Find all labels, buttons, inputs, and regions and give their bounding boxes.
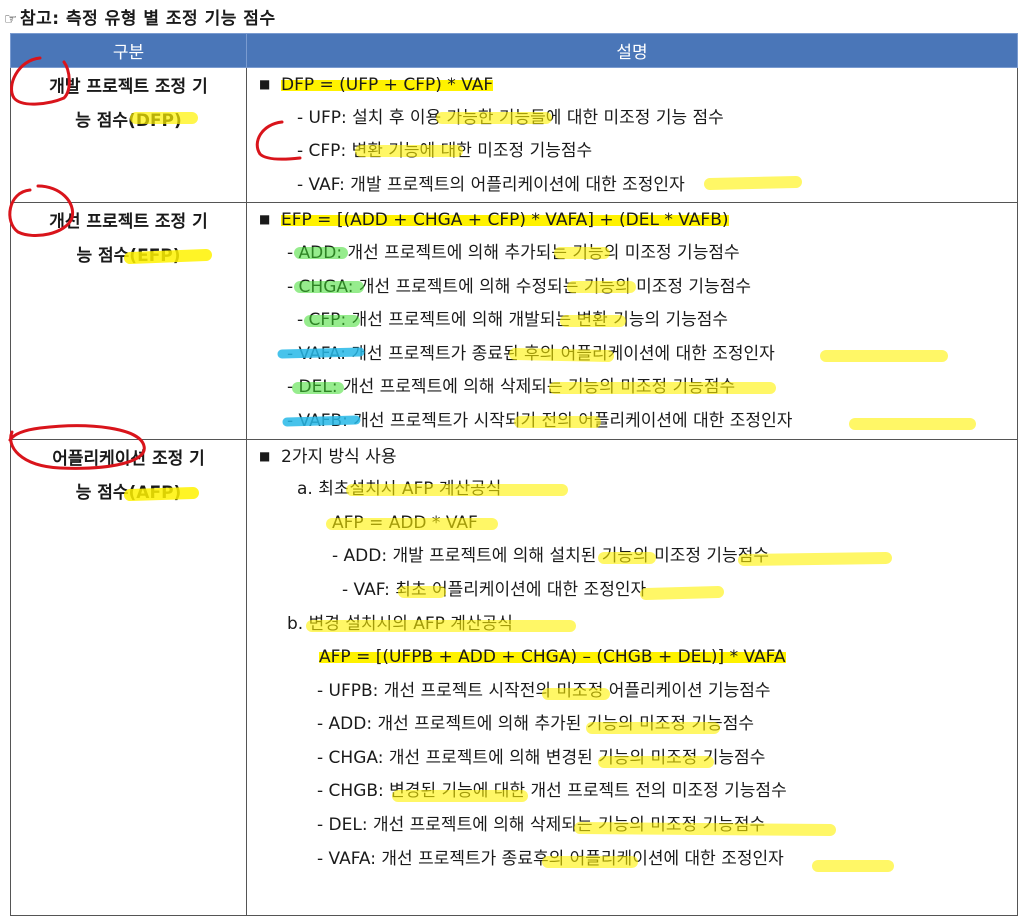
desc-line: - CFP: 개선 프로젝트에 의해 개발되는 변환 기능의 기능점수 <box>297 310 729 331</box>
formula-text: EFP = [(ADD + CHGA + CFP) * VAFA] + (DEL… <box>281 210 729 231</box>
header-description: 설명 <box>246 33 1018 68</box>
desc-line: - VAFB: 개선 프로젝트가 시작되기 전의 어플리케이션에 대한 조정인자 <box>287 410 793 431</box>
table-row: 개발 프로젝트 조정 기 능 점수(DFP) ■ DFP = (UFP + CFP… <box>10 66 1018 204</box>
row-label-line-text: 능 점수(EFP) <box>76 246 181 267</box>
row-label-line: 개선 프로젝트 조정 기 <box>49 212 208 233</box>
desc-line: - VAFA: 개선 프로젝트가 종료후의 어플리케이션에 대한 조정인자 <box>317 848 784 869</box>
header-category: 구분 <box>10 33 247 68</box>
desc-line: a. 최초설치시 AFP 계산공식 <box>297 479 502 500</box>
desc-line: b. 변경 설치시의 AFP 계산공식 <box>287 613 513 634</box>
row-desc-dfp: ■ DFP = (UFP + CFP) * VAF - UFP: 설치 후 이용 … <box>246 66 1018 204</box>
square-bullet-icon: ■ <box>259 448 271 463</box>
desc-line: AFP = [(UFPB + ADD + CHGA) – (CHGB + DEL… <box>247 641 1017 675</box>
row-label-afp: 어플리케이션 조정 기 능 점수(AFP) <box>10 438 247 916</box>
desc-line: - UFP: 설치 후 이용 가능한 기능들에 대한 미조정 기능 점수 <box>297 107 724 128</box>
desc-line: - ADD: 개선 프로젝트에 의해 추가되는 기능의 미조정 기능점수 <box>287 242 740 263</box>
desc-line: - ADD: 개발 프로젝트에 의해 설치된 기능의 미조정 기능점수 <box>332 546 769 567</box>
square-bullet-icon: ■ <box>259 77 271 91</box>
row-label-line: 능 점수(AFP) <box>11 476 246 510</box>
pointer-icon: ☞ <box>4 10 18 28</box>
desc-line: - ADD: 개선 프로젝트에 의해 추가된 기능의 미조정 기능점수 <box>317 714 754 735</box>
formula-text: DFP = (UFP + CFP) * VAF <box>281 74 494 95</box>
desc-line: ■ DFP = (UFP + CFP) * VAF <box>247 68 1017 102</box>
desc-line: - CFP: 변환 기능에 대한 미조정 기능점수 <box>297 141 593 162</box>
function-score-table: 구분 설명 개발 프로젝트 조정 기 능 점수(DFP) ■ DFP = (UFP… <box>10 33 1018 916</box>
page-title: ☞ 참고: 측정 유형 별 조정 기능 점수 <box>4 4 276 29</box>
desc-line-text: 2가지 방식 사용 <box>281 446 397 467</box>
table-row: 개선 프로젝트 조정 기 능 점수(EFP) ■ EFP = [(ADD + CH… <box>10 202 1018 440</box>
desc-line: - VAF: 최초 어플리케이션에 대한 조정인자 <box>342 579 647 600</box>
row-label-line-text: 능 점수(DFP) <box>75 111 182 131</box>
square-bullet-icon: ■ <box>259 212 271 227</box>
desc-line: - DEL: 개선 프로젝트에 의해 삭제되는 기능의 미조정 기능점수 <box>317 815 766 836</box>
row-desc-afp: ■ 2가지 방식 사용 a. 최초설치시 AFP 계산공식 AFP = ADD *… <box>246 438 1018 916</box>
row-label-line-text: 능 점수(AFP) <box>75 482 182 503</box>
desc-line: - UFPB: 개선 프로젝트 시작전의 미조정 어플리케이션 기능점수 <box>317 680 771 701</box>
row-label-dfp: 개발 프로젝트 조정 기 능 점수(DFP) <box>10 66 247 204</box>
desc-line: - CHGA: 개선 프로젝트에 의해 수정되는 기능의 미조정 기능점수 <box>287 276 751 297</box>
page-title-text: 참고: 측정 유형 별 조정 기능 점수 <box>19 9 276 29</box>
row-label-line: 개발 프로젝트 조정 기 <box>49 77 208 97</box>
desc-line: ■ 2가지 방식 사용 <box>247 440 1017 474</box>
table-row: 어플리케이션 조정 기 능 점수(AFP) ■ 2가지 방식 사용 a. 최초설치… <box>10 438 1018 916</box>
desc-line: - DEL: 개선 프로젝트에 의해 삭제되는 기능의 미조정 기능점수 <box>287 377 736 398</box>
desc-line: - VAFA: 개선 프로젝트가 종료된 후의 어플리케이션에 대한 조정인자 <box>287 343 775 364</box>
row-label-line: 어플리케이션 조정 기 <box>52 448 205 469</box>
table-header-row: 구분 설명 <box>10 33 1018 68</box>
desc-line: AFP = ADD * VAF <box>332 512 478 533</box>
desc-line: ■ EFP = [(ADD + CHGA + CFP) * VAFA] + (DE… <box>247 203 1017 237</box>
row-desc-efp: ■ EFP = [(ADD + CHGA + CFP) * VAFA] + (DE… <box>246 202 1018 440</box>
row-label-line: 능 점수(EFP) <box>11 239 246 273</box>
desc-line: - VAF: 개발 프로젝트의 어플리케이션에 대한 조정인자 <box>297 174 685 195</box>
desc-line: - CHGA: 개선 프로젝트에 의해 변경된 기능의 미조정 기능점수 <box>317 747 766 768</box>
row-label-efp: 개선 프로젝트 조정 기 능 점수(EFP) <box>10 202 247 440</box>
row-label-line: 능 점수(DFP) <box>11 104 246 138</box>
formula-text: AFP = [(UFPB + ADD + CHGA) – (CHGB + DEL… <box>319 647 786 668</box>
desc-line: - CHGB: 변경된 기능에 대한 개선 프로젝트 전의 미조정 기능점수 <box>317 781 787 802</box>
